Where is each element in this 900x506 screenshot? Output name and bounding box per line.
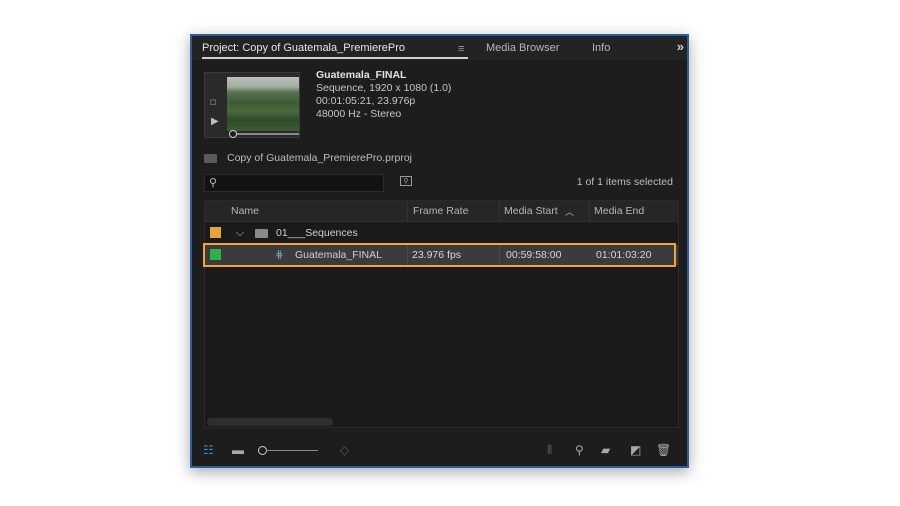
preview-image: [227, 77, 299, 131]
active-tab-underline: [202, 57, 468, 59]
selection-highlight: [203, 243, 676, 267]
project-bin-icon: [204, 153, 217, 163]
list-row-folder[interactable]: ⌵ 01___Sequences: [205, 223, 678, 243]
panel-footer: ☷ ▬ ◇ ⦀ ⚲ ▰ ◩ 🗑: [192, 432, 687, 466]
automate-to-sequence-icon[interactable]: ⦀: [547, 443, 552, 458]
clip-sequence-info: Sequence, 1920 x 1080 (1.0): [316, 82, 452, 94]
sort-icons-icon[interactable]: ◇: [340, 443, 349, 457]
column-divider[interactable]: [407, 201, 408, 221]
chevron-down-icon[interactable]: ⌵: [236, 227, 244, 240]
project-file-line: Copy of Guatemala_PremierePro.prproj: [204, 152, 412, 164]
selection-count: 1 of 1 items selected: [576, 176, 673, 188]
clip-name: Guatemala_FINAL: [316, 69, 407, 81]
column-header-media-start[interactable]: Media Start: [504, 205, 558, 217]
list-view-icon[interactable]: ☷: [203, 443, 214, 457]
tab-project[interactable]: Project: Copy of Guatemala_PremierePro: [202, 42, 405, 54]
row-name: 01___Sequences: [276, 227, 358, 239]
clip-audio-info: 48000 Hz - Stereo: [316, 108, 402, 120]
panel-menu-icon[interactable]: ≡: [458, 43, 464, 55]
trash-icon[interactable]: 🗑: [656, 443, 671, 457]
project-list: Name Frame Rate Media Start ︿ Media End …: [203, 200, 679, 428]
list-row-sequence[interactable]: ⋕ Guatemala_FINAL 23.976 fps 00:59:58:00…: [203, 243, 678, 267]
column-divider[interactable]: [589, 201, 590, 221]
panel-tab-bar: Project: Copy of Guatemala_PremierePro ≡…: [192, 36, 687, 60]
label-color-swatch[interactable]: [210, 227, 221, 238]
play-icon[interactable]: ▶: [211, 116, 219, 127]
new-item-icon[interactable]: ◩: [630, 443, 641, 457]
project-file-name: Copy of Guatemala_PremierePro.prproj: [227, 152, 413, 164]
tab-media-browser[interactable]: Media Browser: [486, 42, 559, 54]
folder-icon: [255, 229, 268, 238]
new-search-bin-icon[interactable]: ⚲: [400, 176, 412, 186]
project-panel: Project: Copy of Guatemala_PremierePro ≡…: [190, 34, 689, 468]
column-header-frame-rate[interactable]: Frame Rate: [413, 205, 468, 217]
column-header-name[interactable]: Name: [231, 205, 259, 217]
search-input[interactable]: ⚲: [204, 174, 384, 192]
find-icon[interactable]: ⚲: [575, 443, 584, 457]
list-header: Name Frame Rate Media Start ︿ Media End: [205, 201, 678, 222]
clip-duration: 00:01:05:21, 23.976p: [316, 95, 416, 107]
horizontal-scrollbar[interactable]: [207, 418, 333, 426]
overflow-chevron-icon[interactable]: »: [677, 39, 684, 54]
clip-info: Guatemala_FINAL Sequence, 1920 x 1080 (1…: [316, 69, 451, 121]
new-bin-icon[interactable]: ▰: [601, 443, 610, 457]
search-icon: ⚲: [209, 177, 218, 189]
sort-ascending-icon[interactable]: ︿: [565, 205, 574, 218]
zoom-slider-track[interactable]: [266, 450, 318, 451]
preview-thumbnail[interactable]: ◘ ▶: [204, 72, 300, 138]
camera-icon[interactable]: ◘: [210, 97, 216, 108]
column-header-media-end[interactable]: Media End: [594, 205, 644, 217]
preview-scrub-bar[interactable]: [231, 133, 299, 135]
preview-scrub-knob[interactable]: [229, 130, 237, 138]
column-divider[interactable]: [499, 201, 500, 221]
tab-info[interactable]: Info: [592, 42, 610, 54]
icon-view-icon[interactable]: ▬: [232, 443, 244, 457]
